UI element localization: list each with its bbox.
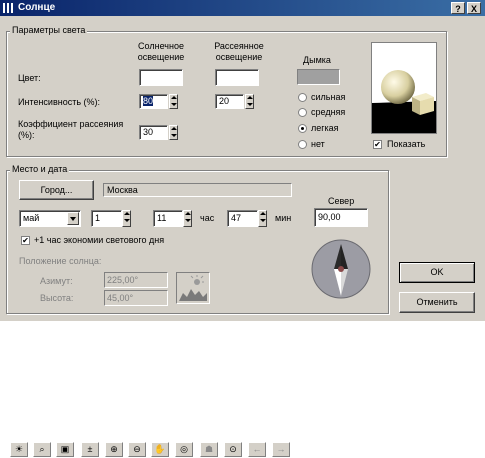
- app-icon: [3, 3, 14, 13]
- zoom-toggle-icon[interactable]: ±: [81, 442, 99, 457]
- sun-intensity-value: 80: [143, 96, 154, 106]
- day-field[interactable]: 1: [91, 210, 122, 227]
- preview-icon[interactable]: ▣: [56, 442, 74, 457]
- north-field[interactable]: 90,00: [314, 208, 368, 227]
- chevron-down-icon: [67, 212, 79, 225]
- help-button[interactable]: ?: [451, 2, 465, 14]
- ambient-intensity-field[interactable]: 20: [215, 94, 244, 109]
- ambient-intensity-spinner[interactable]: [245, 94, 254, 109]
- zoom-in-icon[interactable]: ⊕: [105, 442, 123, 457]
- zoom-extents-icon[interactable]: ⊙: [224, 442, 242, 457]
- sun-header: Солнечное освещение: [137, 41, 185, 62]
- haze-label-light: легкая: [311, 123, 339, 133]
- close-button[interactable]: X: [467, 2, 481, 14]
- previous-view-icon[interactable]: ←: [248, 442, 266, 457]
- dst-checkbox[interactable]: ✔: [21, 236, 30, 245]
- cancel-button[interactable]: Отменить: [399, 292, 475, 313]
- month-select[interactable]: май: [19, 210, 81, 227]
- show-preview-checkbox[interactable]: ✔: [373, 140, 382, 149]
- haze-header: Дымка: [303, 55, 331, 65]
- city-field[interactable]: Москва: [103, 183, 292, 197]
- place-date-legend: Место и дата: [10, 164, 70, 174]
- sun-intensity-spinner[interactable]: [169, 94, 178, 109]
- show-preview-label: Показать: [387, 139, 426, 149]
- haze-label-medium: средняя: [311, 107, 346, 117]
- minute-spinner[interactable]: [258, 210, 267, 227]
- light-params-legend: Параметры света: [10, 25, 88, 35]
- color-label: Цвет:: [18, 73, 41, 83]
- scatter-spinner[interactable]: [169, 125, 178, 140]
- sun-position-icon: [176, 272, 210, 304]
- altitude-label: Высота:: [40, 293, 74, 303]
- altitude-field: 45,00°: [104, 290, 168, 306]
- haze-label-none: нет: [311, 139, 325, 149]
- ambient-header: Рассеянное освещение: [214, 41, 264, 62]
- zoom-out-icon[interactable]: ⊖: [128, 442, 146, 457]
- title-bar[interactable]: Солнце ? X: [0, 0, 485, 16]
- scatter-field[interactable]: 30: [139, 125, 168, 140]
- day-spinner[interactable]: [122, 210, 131, 227]
- hour-spinner[interactable]: [183, 210, 192, 227]
- haze-color-swatch[interactable]: [297, 69, 340, 85]
- haze-label-strong: сильная: [311, 92, 346, 102]
- orbit-icon[interactable]: ◎: [175, 442, 193, 457]
- hour-field[interactable]: 11: [153, 210, 183, 227]
- walk-icon[interactable]: ☗: [200, 442, 218, 457]
- next-view-icon[interactable]: →: [272, 442, 290, 457]
- haze-radio-strong[interactable]: [298, 93, 307, 102]
- sun-settings-icon[interactable]: ☀: [10, 442, 28, 457]
- minute-unit-label: мин: [275, 213, 292, 223]
- sun-dialog: Солнце ? X Параметры света Солнечное осв…: [0, 0, 485, 321]
- sun-position-label: Положение солнца:: [19, 256, 102, 266]
- intensity-label: Интенсивность (%):: [18, 97, 101, 107]
- north-label: Север: [328, 196, 355, 206]
- sun-intensity-field[interactable]: 80: [139, 94, 168, 109]
- scatter-label: Коэффициент рассеяния (%):: [18, 119, 124, 140]
- month-value: май: [23, 213, 40, 223]
- zoom-window-icon[interactable]: ⌕: [33, 442, 51, 457]
- ambient-color-swatch[interactable]: [215, 69, 259, 86]
- city-button[interactable]: Город...: [19, 180, 94, 200]
- view-toolbar: ☀ ⌕ ▣ ± ⊕ ⊖ ✋ ◎ ☗ ⊙ ← →: [2, 440, 322, 458]
- pan-hand-icon[interactable]: ✋: [151, 442, 169, 457]
- haze-radio-none[interactable]: [298, 140, 307, 149]
- haze-radio-medium[interactable]: [298, 108, 307, 117]
- azimuth-label: Азимут:: [40, 276, 73, 286]
- ok-button[interactable]: OK: [399, 262, 475, 283]
- dst-label: +1 час экономии светового дня: [34, 235, 165, 245]
- azimuth-field: 225,00°: [104, 272, 168, 288]
- sun-preview-image: [371, 42, 437, 134]
- minute-field[interactable]: 47: [227, 210, 258, 227]
- sun-color-swatch[interactable]: [139, 69, 183, 86]
- haze-radio-light[interactable]: [298, 124, 307, 133]
- window-title: Солнце: [18, 2, 56, 13]
- hour-unit-label: час: [200, 213, 215, 223]
- compass-icon[interactable]: [310, 238, 372, 300]
